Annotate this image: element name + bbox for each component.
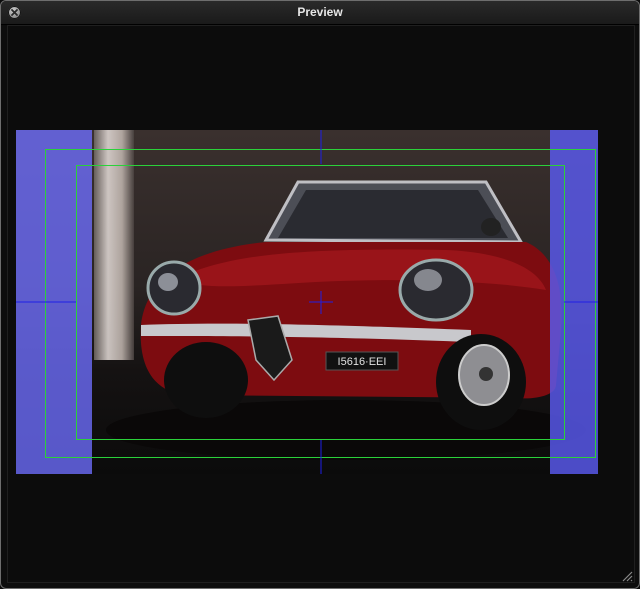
guide-overlay [16, 130, 598, 474]
preview-canvas: I5616·EEI [16, 130, 598, 474]
title-bar[interactable]: Preview [1, 1, 639, 25]
preview-area: I5616·EEI [7, 25, 635, 583]
preview-window: Preview I5616·EEI [0, 0, 640, 589]
resize-grip-icon[interactable] [621, 570, 633, 582]
window-title: Preview [297, 5, 343, 19]
